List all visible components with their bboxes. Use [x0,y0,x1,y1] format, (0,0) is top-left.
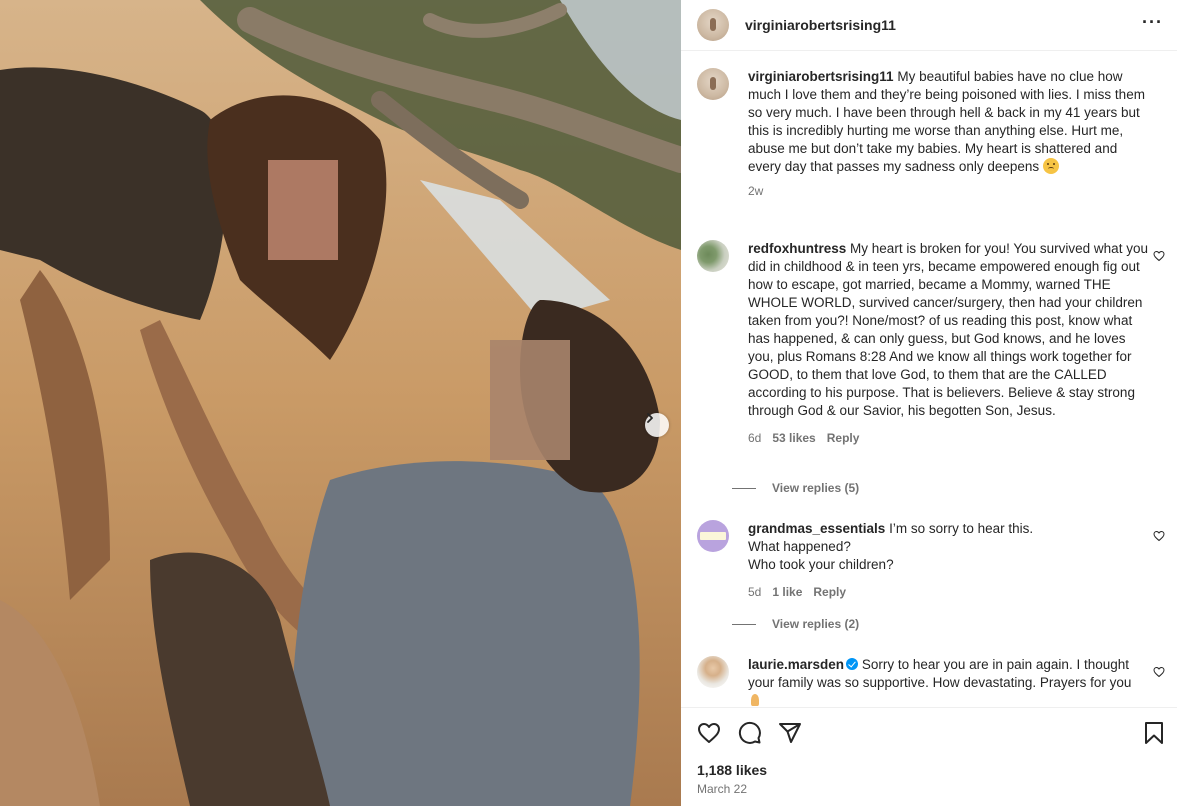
view-replies-label: View replies (5) [772,481,860,495]
sad-face-emoji-icon [1042,158,1059,174]
comment-username[interactable]: grandmas_essentials [748,521,885,536]
comment-username[interactable]: laurie.marsden [748,657,844,672]
praying-hands-emoji-icon [748,693,762,707]
comment-body: laurie.marsden Sorry to hear you are in … [748,656,1148,707]
commenter-avatar[interactable] [697,240,729,272]
likes-count[interactable]: 1,188 likes [697,762,767,778]
comment-likes[interactable]: 53 likes [772,429,815,447]
comment-text-line-3: Who took your children? [748,557,894,572]
post-image[interactable] [0,0,681,806]
owner-avatar[interactable] [697,9,729,41]
comment-text: My heart is broken for you! You survived… [748,241,1148,418]
view-replies-label: View replies (2) [772,617,860,631]
next-image-button[interactable] [645,413,669,437]
view-replies-button[interactable]: View replies (5) [732,481,859,495]
beach-photo-illustration [0,0,681,806]
like-comment-heart-icon[interactable] [1153,250,1165,262]
post-detail-panel: virginiarobertsrising11 ··· virginiarobe… [681,0,1177,806]
comment-body: redfoxhuntress My heart is broken for yo… [748,240,1148,447]
comment-meta: 6d 53 likes Reply [748,429,1148,447]
like-comment-heart-icon[interactable] [1153,666,1165,678]
like-comment-heart-icon[interactable] [1153,530,1165,542]
replies-divider-line [732,623,756,625]
post-date[interactable]: March 22 [697,782,747,796]
bookmark-icon[interactable] [1143,721,1165,745]
caption-username[interactable]: virginiarobertsrising11 [748,69,894,84]
caption-text: My beautiful babies have no clue how muc… [748,69,1145,174]
post-header: virginiarobertsrising11 ··· [681,0,1177,51]
comments-list[interactable]: virginiarobertsrising11 My beautiful bab… [681,51,1177,707]
commenter-avatar[interactable] [697,656,729,688]
heart-icon[interactable] [697,721,721,745]
reply-button[interactable]: Reply [813,583,846,601]
header-username[interactable]: virginiarobertsrising11 [745,17,896,33]
comment-time: 5d [748,585,762,599]
comment-body: grandmas_essentials I’m so sorry to hear… [748,520,1148,601]
post-actions: 1,188 likes March 22 [681,707,1177,807]
caption-time: 2w [748,184,764,198]
chevron-right-icon [647,413,653,423]
comment-text-line-2: What happened? [748,539,851,554]
more-options-icon[interactable]: ··· [1142,12,1163,33]
caption-avatar[interactable] [697,68,729,100]
commenter-avatar[interactable] [697,520,729,552]
comment-text-line-1: I’m so sorry to hear this. [889,521,1034,536]
caption-body: virginiarobertsrising11 My beautiful bab… [748,68,1148,200]
comment-icon[interactable] [738,721,762,745]
reply-button[interactable]: Reply [827,429,860,447]
caption-meta: 2w [748,182,1148,200]
comment-likes[interactable]: 1 like [772,583,802,601]
share-icon[interactable] [778,721,802,745]
comment-username[interactable]: redfoxhuntress [748,241,846,256]
comment-meta: 5d 1 like Reply [748,583,1148,601]
replies-divider-line [732,487,756,489]
view-replies-button[interactable]: View replies (2) [732,617,859,631]
comment-time: 6d [748,431,762,445]
verified-badge-icon [846,658,859,670]
